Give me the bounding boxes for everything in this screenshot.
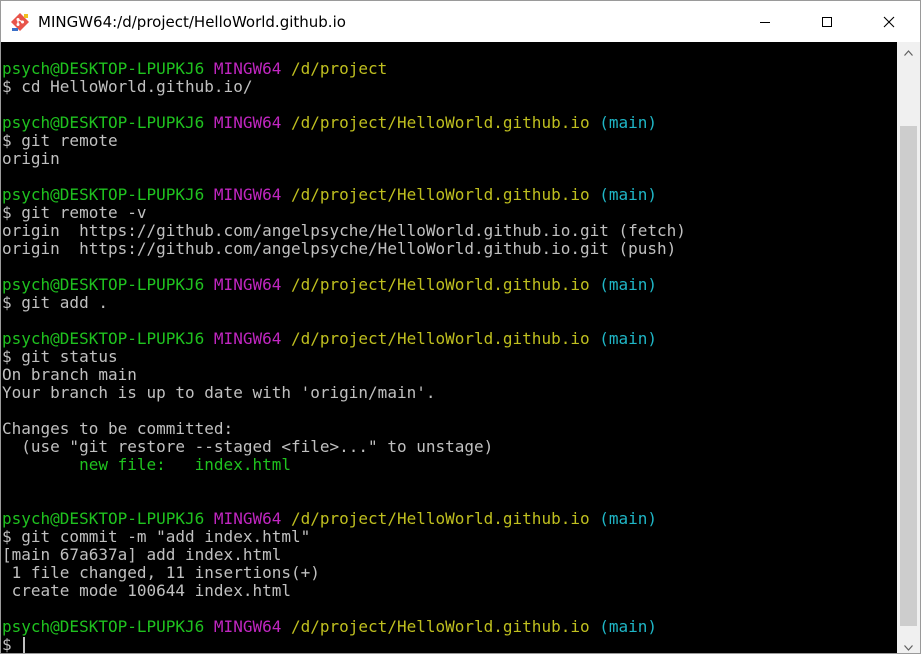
terminal-text-segment: $ (2, 635, 22, 654)
scroll-down-arrow-icon (904, 636, 913, 653)
terminal-text-segment: create mode 100644 index.html (2, 581, 291, 600)
terminal-text-segment: psych@DESKTOP-LPUPKJ6 (2, 59, 214, 78)
close-button[interactable] (866, 1, 912, 42)
terminal-line: $ git status (2, 348, 686, 366)
terminal-line: 1 file changed, 11 insertions(+) (2, 564, 686, 582)
terminal-text-segment: MINGW64 (213, 59, 291, 78)
terminal-text-segment: Changes to be committed: (2, 419, 234, 438)
terminal-text-segment: (main) (589, 275, 658, 294)
scroll-down-button[interactable] (897, 636, 920, 653)
terminal-line: [main 67a637a] add index.html (2, 546, 686, 564)
terminal-window: MINGW64:/d/project/HelloWorld.github.io … (0, 0, 921, 654)
terminal-text-segment: /d/project/HelloWorld.github.io (290, 275, 590, 294)
terminal-text-segment: On branch main (2, 365, 137, 384)
terminal-line: origin https://github.com/angelpsyche/He… (2, 240, 686, 258)
terminal-text-segment: psych@DESKTOP-LPUPKJ6 (2, 275, 214, 294)
terminal-line: $ git commit -m "add index.html" (2, 528, 686, 546)
terminal-text-segment: $ git add . (2, 293, 108, 312)
title-bar[interactable]: MINGW64:/d/project/HelloWorld.github.io (1, 1, 920, 42)
terminal-text-segment: psych@DESKTOP-LPUPKJ6 (2, 185, 214, 204)
terminal-text-segment: MINGW64 (213, 185, 291, 204)
terminal-text-segment: (main) (589, 113, 658, 132)
terminal-text-segment: /d/project (290, 59, 388, 78)
terminal-text-segment: $ git remote -v (2, 203, 147, 222)
terminal-line: (use "git restore --staged <file>..." to… (2, 438, 686, 456)
terminal-line: $ git add . (2, 294, 686, 312)
terminal-lines: psych@DESKTOP-LPUPKJ6 MINGW64 /d/project… (2, 60, 686, 654)
terminal-line: psych@DESKTOP-LPUPKJ6 MINGW64 /d/project… (2, 186, 686, 204)
terminal-line: $ (2, 635, 686, 654)
terminal-text-segment: (use "git restore --staged <file>..." to… (2, 437, 494, 456)
git-bash-icon[interactable] (10, 12, 30, 32)
terminal-text-segment: /d/project/HelloWorld.github.io (290, 185, 590, 204)
terminal-text-segment: (main) (589, 185, 658, 204)
maximize-button[interactable] (804, 1, 850, 42)
terminal-line: Changes to be committed: (2, 420, 686, 438)
terminal-text-segment: psych@DESKTOP-LPUPKJ6 (2, 113, 214, 132)
terminal-line: $ git remote -v (2, 204, 686, 222)
terminal-line: psych@DESKTOP-LPUPKJ6 MINGW64 /d/project… (2, 276, 686, 294)
text-cursor (23, 637, 26, 653)
terminal-line: psych@DESKTOP-LPUPKJ6 MINGW64 /d/project… (2, 618, 686, 636)
terminal-text-segment: /d/project/HelloWorld.github.io (290, 509, 590, 528)
terminal-line: psych@DESKTOP-LPUPKJ6 MINGW64 /d/project… (2, 114, 686, 132)
terminal-text-segment: (main) (589, 617, 658, 636)
terminal-text-segment: origin https://github.com/angelpsyche/He… (2, 239, 677, 258)
terminal-line: psych@DESKTOP-LPUPKJ6 MINGW64 /d/project… (2, 510, 686, 528)
scrollbar-thumb[interactable] (900, 126, 917, 626)
vertical-scrollbar[interactable] (897, 42, 920, 653)
minimize-button[interactable] (742, 1, 788, 42)
minimize-icon (759, 16, 771, 28)
close-icon (883, 16, 895, 28)
terminal-line: On branch main (2, 366, 686, 384)
terminal-line: psych@DESKTOP-LPUPKJ6 MINGW64 /d/project (2, 60, 686, 78)
terminal-text-segment: $ git status (2, 347, 118, 366)
maximize-icon (821, 16, 833, 28)
terminal-line: Your branch is up to date with 'origin/m… (2, 384, 686, 402)
terminal-output[interactable]: psych@DESKTOP-LPUPKJ6 MINGW64 /d/project… (1, 42, 897, 654)
terminal-text-segment: new file: index.html (2, 455, 291, 474)
terminal-text-segment: origin https://github.com/angelpsyche/He… (2, 221, 686, 240)
terminal-text-segment: psych@DESKTOP-LPUPKJ6 (2, 617, 214, 636)
terminal-text-segment: /d/project/HelloWorld.github.io (290, 329, 590, 348)
terminal-line: new file: index.html (2, 456, 686, 474)
terminal-text-segment: MINGW64 (213, 329, 291, 348)
terminal-text-segment: /d/project/HelloWorld.github.io (290, 617, 590, 636)
terminal-text-segment: $ cd HelloWorld.github.io/ (2, 77, 253, 96)
terminal-text-segment: MINGW64 (213, 617, 291, 636)
terminal-line: $ cd HelloWorld.github.io/ (2, 78, 686, 96)
terminal-line: psych@DESKTOP-LPUPKJ6 MINGW64 /d/project… (2, 330, 686, 348)
terminal-text-segment: MINGW64 (213, 509, 291, 528)
terminal-text-segment: [main 67a637a] add index.html (2, 545, 282, 564)
terminal-text-segment: Your branch is up to date with 'origin/m… (2, 383, 436, 402)
terminal-text-segment: psych@DESKTOP-LPUPKJ6 (2, 509, 214, 528)
terminal-text-segment: (main) (589, 329, 658, 348)
scroll-up-arrow-icon (904, 41, 913, 60)
terminal-text-segment: MINGW64 (213, 113, 291, 132)
terminal-line: $ git remote (2, 132, 686, 150)
terminal-line: create mode 100644 index.html (2, 582, 686, 600)
terminal-text-segment: /d/project/HelloWorld.github.io (290, 113, 590, 132)
terminal-text-segment: psych@DESKTOP-LPUPKJ6 (2, 329, 214, 348)
terminal-text-segment: MINGW64 (213, 275, 291, 294)
scroll-up-button[interactable] (897, 42, 920, 59)
terminal-line: origin (2, 150, 686, 168)
terminal-text-segment: (main) (589, 509, 658, 528)
terminal-text-segment: 1 file changed, 11 insertions(+) (2, 563, 320, 582)
terminal-text-segment: origin (2, 149, 60, 168)
terminal-text-segment: $ git remote (2, 131, 118, 150)
terminal-text-segment: $ git commit -m "add index.html" (2, 527, 311, 546)
window-title: MINGW64:/d/project/HelloWorld.github.io (38, 13, 346, 31)
terminal-line: origin https://github.com/angelpsyche/He… (2, 222, 686, 240)
